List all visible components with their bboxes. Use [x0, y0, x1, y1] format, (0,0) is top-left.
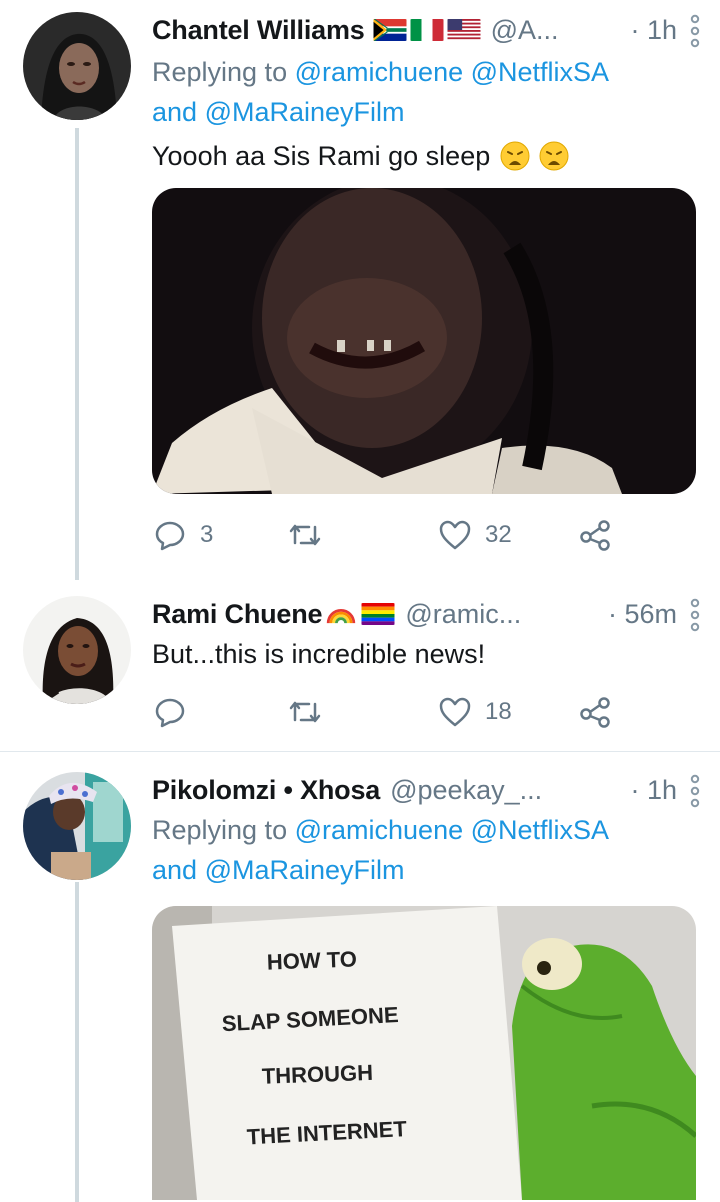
like-count: 32: [485, 521, 512, 548]
flag-emojis: [373, 19, 481, 41]
tweet-rami-chuene[interactable]: Rami Chuene @ramic... · 56m But...this i…: [0, 578, 720, 750]
handle[interactable]: @peekay_...: [390, 775, 542, 806]
like-button[interactable]: 32: [437, 515, 512, 555]
reply-count: 3: [200, 521, 214, 548]
replying-prefix: Replying to: [152, 57, 288, 87]
tweet-chantel-williams[interactable]: Chantel Williams @A... · 1h Replying to …: [0, 0, 720, 580]
share-icon: [580, 697, 610, 728]
replying-prefix: Replying to: [152, 815, 288, 845]
more-options-icon[interactable]: [688, 598, 702, 632]
usa-flag-icon: [447, 19, 481, 41]
italy-flag-icon: [410, 19, 444, 41]
like-button[interactable]: 18: [437, 692, 512, 732]
replying-to: Replying to @ramichuene @NetflixSA and @…: [152, 52, 712, 132]
thread-line: [75, 128, 79, 580]
rainbow-emoji-icon: [324, 603, 358, 625]
tweet-text-content: Yoooh aa Sis Rami go sleep: [152, 141, 491, 171]
tweet-actions: 3 32: [152, 515, 622, 555]
reply-button[interactable]: 3: [152, 515, 213, 555]
more-options-icon[interactable]: [688, 774, 702, 808]
heart-icon: [439, 697, 471, 727]
tweet-text-content: But...this is incredible news!: [152, 639, 486, 669]
display-name[interactable]: Rami Chuene: [152, 599, 323, 630]
weary-face-emoji-icon: [500, 141, 530, 171]
mention-and: and: [152, 97, 198, 127]
reply-icon: [155, 698, 185, 728]
mention-link[interactable]: @ramichuene: [295, 815, 464, 845]
reply-icon: [155, 521, 185, 551]
share-button[interactable]: [577, 515, 613, 555]
mention-link[interactable]: @NetflixSA: [471, 57, 609, 87]
heart-icon: [439, 520, 471, 550]
tweet-text: But...this is incredible news!: [152, 634, 707, 674]
replying-to: Replying to @ramichuene @NetflixSA and @…: [152, 810, 712, 890]
share-icon: [580, 520, 610, 551]
handle[interactable]: @A...: [491, 15, 559, 46]
mention-link[interactable]: @MaRaineyFilm: [205, 855, 405, 885]
retweet-icon: [289, 524, 321, 546]
thread-line: [75, 882, 79, 1202]
tweet-pikolomzi[interactable]: Pikolomzi • Xhosa @peekay_... · 1h Reply…: [0, 750, 720, 1202]
avatar[interactable]: [23, 12, 131, 120]
more-options-icon[interactable]: [688, 14, 702, 48]
tweet-actions: 18: [152, 692, 622, 732]
handle[interactable]: @ramic...: [405, 599, 521, 630]
display-name[interactable]: Chantel Williams: [152, 15, 365, 46]
tweet-media-image[interactable]: [152, 188, 696, 494]
retweet-icon: [289, 701, 321, 723]
avatar[interactable]: [23, 596, 131, 704]
mention-link[interactable]: @NetflixSA: [471, 815, 609, 845]
mention-link[interactable]: @ramichuene: [295, 57, 464, 87]
flag-emojis: [324, 603, 395, 625]
avatar[interactable]: [23, 772, 131, 880]
south-africa-flag-icon: [373, 19, 407, 41]
rainbow-flag-icon: [361, 603, 395, 625]
retweet-button[interactable]: [287, 515, 335, 555]
like-count: 18: [485, 698, 512, 725]
tweet-media-image[interactable]: HOW TO SLAP SOMEONE THROUGH THE INTERNET: [152, 906, 696, 1200]
meme-sign-line-1: HOW TO: [266, 946, 357, 974]
meme-sign-line-3: THROUGH: [261, 1060, 373, 1089]
retweet-button[interactable]: [287, 692, 335, 732]
weary-face-emoji-icon: [539, 141, 569, 171]
display-name[interactable]: Pikolomzi • Xhosa: [152, 775, 380, 806]
share-button[interactable]: [577, 692, 613, 732]
mention-link[interactable]: @MaRaineyFilm: [205, 97, 405, 127]
mention-and: and: [152, 855, 198, 885]
tweet-text: Yoooh aa Sis Rami go sleep: [152, 136, 707, 176]
reply-button[interactable]: [152, 692, 200, 732]
